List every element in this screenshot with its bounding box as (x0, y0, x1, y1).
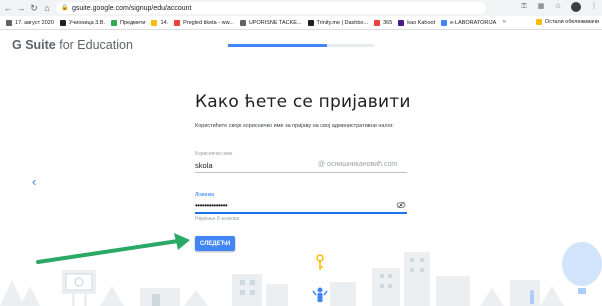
city-skyline-illustration (0, 242, 602, 306)
